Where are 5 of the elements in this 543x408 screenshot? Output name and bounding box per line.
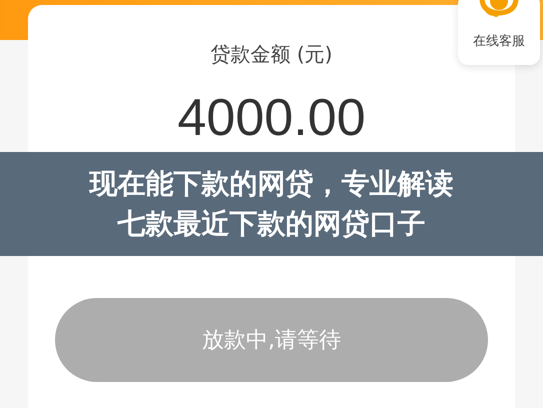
loan-amount: 4000.00: [178, 88, 366, 148]
banner-title: 现在能下款的网贷，专业解读: [90, 166, 454, 202]
customer-service-button[interactable]: 在线客服: [458, 0, 540, 65]
banner-title: 七款最近下款的网贷口子: [118, 206, 426, 242]
amount-label: 贷款金额 (元): [210, 41, 332, 68]
